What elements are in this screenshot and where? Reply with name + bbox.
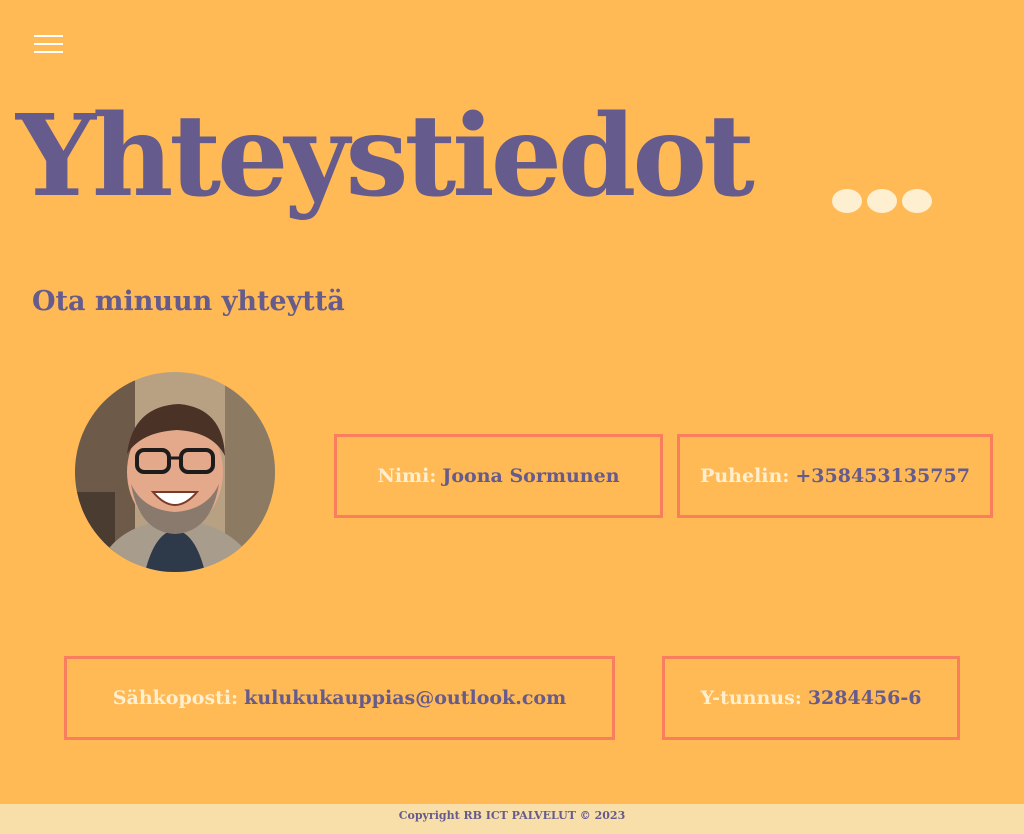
email-box: Sähkoposti: kulukukauppias@outlook.com	[64, 656, 615, 740]
name-value: Joona Sormunen	[442, 465, 620, 487]
copyright-text: Copyright RB ICT PALVELUT © 2023	[398, 809, 626, 822]
email-label: Sähkoposti:	[112, 687, 239, 709]
menu-bar-middle	[34, 43, 63, 45]
business-id-label: Y-tunnus:	[700, 687, 802, 709]
email-value[interactable]: kulukukauppias@outlook.com	[244, 687, 566, 709]
profile-photo	[75, 372, 275, 572]
dot	[832, 189, 862, 213]
contact-page: Yhteystiedot Ota minuun yhteyttä Nimi: J…	[0, 0, 1024, 834]
dot	[902, 189, 932, 213]
hamburger-menu-icon[interactable]	[34, 34, 63, 54]
phone-label: Puhelin:	[700, 465, 790, 487]
business-id-box: Y-tunnus: 3284456-6	[662, 656, 960, 740]
phone-box: Puhelin: +358453135757	[677, 434, 993, 518]
contact-heading: Ota minuun yhteyttä	[32, 286, 345, 317]
phone-value[interactable]: +358453135757	[795, 465, 970, 487]
name-box: Nimi: Joona Sormunen	[334, 434, 663, 518]
footer: Copyright RB ICT PALVELUT © 2023	[0, 804, 1024, 834]
name-label: Nimi:	[377, 465, 437, 487]
title-dots-decoration	[832, 189, 932, 215]
dot	[867, 189, 897, 213]
menu-bar-bottom	[34, 51, 63, 53]
business-id-value: 3284456-6	[807, 687, 922, 709]
page-title: Yhteystiedot	[16, 91, 755, 222]
menu-bar-top	[34, 35, 63, 37]
